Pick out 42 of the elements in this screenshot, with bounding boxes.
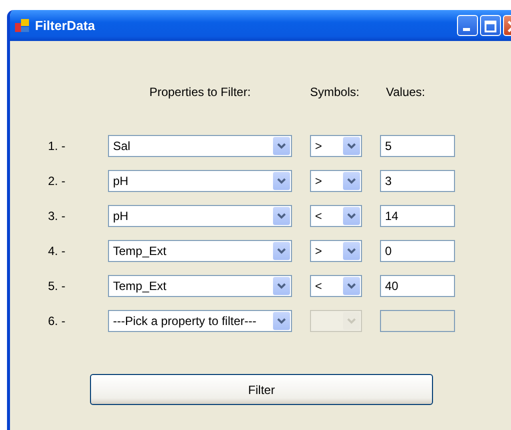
symbol-dropdown[interactable]: > xyxy=(310,170,362,192)
row-number: 2. - xyxy=(48,174,66,188)
symbol-dropdown[interactable]: < xyxy=(310,275,362,297)
row-number: 3. - xyxy=(48,209,66,223)
window-title: FilterData xyxy=(35,18,96,33)
row-number: 6. - xyxy=(48,314,66,328)
minimize-icon xyxy=(463,28,470,31)
row-number: 5. - xyxy=(48,279,66,293)
chevron-down-icon xyxy=(277,318,286,324)
value-field[interactable]: 5 xyxy=(380,135,455,157)
chevron-down-icon xyxy=(347,318,356,324)
filter-button[interactable]: Filter xyxy=(90,374,433,405)
column-header: Properties to Filter: xyxy=(149,85,251,99)
property-dropdown[interactable]: pH xyxy=(108,205,292,227)
chevron-down-icon xyxy=(277,283,286,289)
chevron-down-icon xyxy=(347,143,356,149)
chevron-down-icon xyxy=(277,178,286,184)
row-number: 1. - xyxy=(48,139,66,153)
chevron-down-icon xyxy=(277,213,286,219)
chevron-down-icon xyxy=(277,143,286,149)
value-field[interactable]: 14 xyxy=(380,205,455,227)
value-field[interactable]: 3 xyxy=(380,170,455,192)
app-icon xyxy=(14,18,30,34)
property-dropdown[interactable]: Temp_Ext xyxy=(108,275,292,297)
symbol-dropdown[interactable]: > xyxy=(310,135,362,157)
symbol-dropdown[interactable]: > xyxy=(310,240,362,262)
property-dropdown[interactable]: pH xyxy=(108,170,292,192)
column-header: Symbols: xyxy=(310,85,360,99)
value-field[interactable]: 40 xyxy=(380,275,455,297)
chevron-down-icon xyxy=(347,213,356,219)
chevron-down-icon xyxy=(277,248,286,254)
row-number: 4. - xyxy=(48,244,66,258)
symbol-dropdown[interactable]: < xyxy=(310,205,362,227)
maximize-button[interactable] xyxy=(480,15,501,36)
property-dropdown[interactable]: Sal xyxy=(108,135,292,157)
column-header: Values: xyxy=(385,85,426,99)
value-field[interactable]: 0 xyxy=(380,240,455,262)
minimize-button[interactable] xyxy=(457,15,478,36)
property-dropdown[interactable]: Temp_Ext xyxy=(108,240,292,262)
chevron-down-icon xyxy=(347,178,356,184)
chevron-down-icon xyxy=(347,283,356,289)
chevron-down-icon xyxy=(347,248,356,254)
